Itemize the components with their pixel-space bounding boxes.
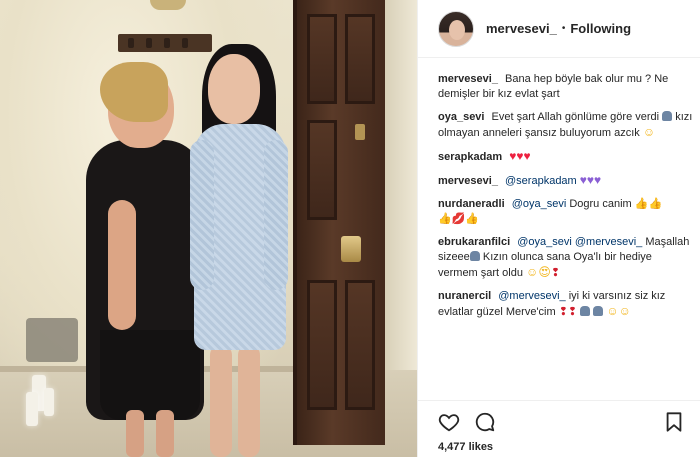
door-lock — [355, 124, 365, 140]
door-panel — [345, 280, 375, 410]
thumbs-up-icon: 👍 — [465, 213, 480, 225]
comment-mention[interactable]: @serapkadam — [505, 175, 577, 187]
candle — [26, 392, 38, 426]
mother-leg — [156, 410, 174, 457]
smile-emoji-icon: ☺ — [642, 125, 656, 139]
post-side-panel: mervesevi_ • Following mervesevi_ Bana h… — [417, 0, 700, 457]
post-photo[interactable] — [0, 0, 417, 457]
thumbs-up-icon: 👍👍 — [634, 198, 663, 210]
daughter-leg — [238, 345, 260, 457]
comment: ebrukaranfilci @oya_sevi @mervesevi_ Maş… — [438, 235, 694, 281]
daughter-face — [208, 54, 260, 124]
comment: nuranercil @mervesevi_ iyi ki varsınız s… — [438, 289, 694, 320]
bookmark-icon[interactable] — [663, 411, 685, 433]
coat-hook — [146, 38, 152, 48]
comment-text: Dogru canim — [569, 198, 632, 210]
avatar-face — [449, 19, 465, 40]
door-panel — [307, 14, 337, 104]
daughter-arm — [264, 140, 288, 290]
woman-emoji-icon — [580, 306, 591, 316]
comment: nurdaneradli @oya_sevi Dogru canim 👍👍 👍💋… — [438, 197, 694, 227]
candle — [44, 388, 54, 416]
mother-skirt — [100, 330, 200, 420]
coat-hook — [128, 38, 134, 48]
following-button[interactable]: Following — [570, 21, 631, 36]
comment-username[interactable]: nuranercil — [438, 290, 491, 302]
comment-username[interactable]: mervesevi_ — [438, 175, 498, 187]
comment-username[interactable]: serapkadam — [438, 151, 502, 163]
door-panel — [307, 120, 337, 220]
candles — [22, 330, 72, 430]
comment-username[interactable]: oya_sevi — [438, 111, 484, 123]
woman-emoji-icon — [469, 251, 480, 261]
comment-list: mervesevi_ Bana hep böyle bak olur mu ? … — [438, 72, 694, 328]
exclamation-icon: ❢ — [550, 267, 561, 279]
mother-arm — [108, 200, 136, 330]
comment: mervesevi_ @serapkadam ♥♥♥ — [438, 173, 694, 189]
like-count[interactable]: 4,477 likes — [438, 441, 493, 453]
separator-dot: • — [561, 23, 566, 34]
daughter-arm — [190, 140, 214, 290]
comment-mention[interactable]: @oya_sevi — [512, 198, 567, 210]
comment-username[interactable]: ebrukaranfilci — [438, 236, 510, 248]
comment-caption: mervesevi_ Bana hep böyle bak olur mu ? … — [438, 72, 694, 102]
ceiling-lamp — [150, 0, 186, 10]
daughter-leg — [210, 345, 232, 457]
door-handle — [341, 236, 361, 262]
purple-heart-icon: ♥♥♥ — [579, 173, 602, 187]
red-heart-icon: ♥♥♥ — [509, 149, 531, 163]
smile-emoji-icon: ☺ — [526, 265, 539, 279]
comment: serapkadam ♥♥♥ — [438, 149, 694, 165]
door-panel — [345, 14, 375, 104]
post-username[interactable]: mervesevi_ — [486, 21, 557, 36]
coat-hook — [182, 38, 188, 48]
woman-emoji-icon — [662, 111, 673, 121]
comment-username[interactable]: nurdaneradli — [438, 198, 505, 210]
heart-outline-icon[interactable] — [438, 411, 460, 433]
heart-eyes-emoji-icon: 😍 — [538, 265, 551, 279]
comment-mention[interactable]: @mervesevi_ — [575, 236, 642, 248]
kiss-icon: 💋 — [451, 213, 466, 225]
door-panel — [307, 280, 337, 410]
post-actions: 4,477 likes — [418, 400, 700, 457]
comment-mention[interactable]: @mervesevi_ — [498, 290, 565, 302]
thumbs-up-icon: 👍 — [438, 213, 452, 225]
woman-emoji-icon — [593, 306, 604, 316]
mother-leg — [126, 410, 144, 457]
post-header: mervesevi_ • Following — [418, 0, 700, 58]
comment-mention[interactable]: @oya_sevi — [517, 236, 572, 248]
comment-text: Evet şart Allah gönlüme göre verdi — [491, 111, 660, 123]
smile-emoji-icon: ☺☺ — [606, 304, 631, 318]
comment: oya_sevi Evet şart Allah gönlüme göre ve… — [438, 110, 694, 141]
speech-bubble-icon[interactable] — [474, 411, 496, 433]
wooden-door — [293, 0, 385, 445]
avatar[interactable] — [438, 10, 474, 47]
comment-username[interactable]: mervesevi_ — [438, 73, 498, 85]
coat-hook — [164, 38, 170, 48]
exclamation-icon: ❢❢ — [558, 306, 578, 318]
